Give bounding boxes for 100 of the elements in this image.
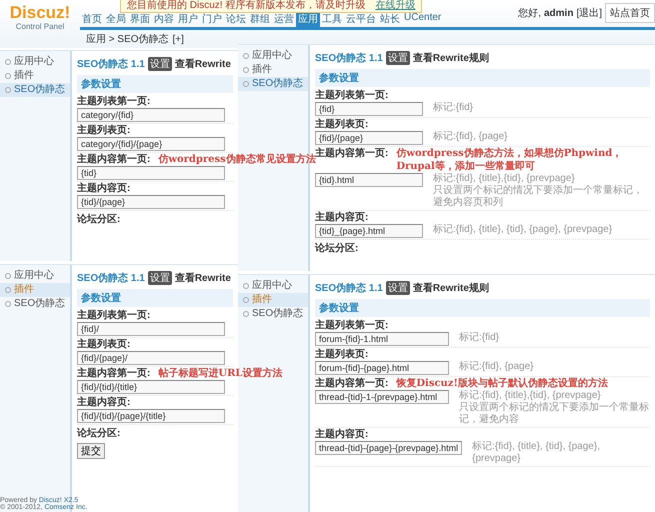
- nav-tab[interactable]: 云平台: [344, 11, 378, 27]
- field-label: 主题列表第一页:: [77, 95, 150, 108]
- sidebar-item[interactable]: SEO伪静态: [0, 83, 70, 97]
- input-field[interactable]: {tid}: [77, 166, 225, 180]
- field-label: 主题内容页:: [77, 396, 130, 409]
- nav-tab[interactable]: 工具: [320, 11, 344, 27]
- input-field[interactable]: category/{fid}: [77, 108, 225, 122]
- input-field[interactable]: {fid}/{tid}/{page}/{title}: [77, 409, 225, 423]
- field-label: 主题内容页:: [77, 182, 130, 195]
- plugin-title: SEO伪静态 1.1: [77, 272, 145, 285]
- rewrite-rules-link[interactable]: 查看Rewrite规则: [412, 281, 489, 295]
- field-hint: 标记:{fid}, {title}, {tid}, {page}, {prevpage}: [433, 224, 614, 236]
- nav-tab[interactable]: 界面: [128, 11, 152, 27]
- rewrite-rules-link[interactable]: 查看Rewrite规则: [412, 51, 489, 65]
- bullet-icon: [5, 59, 11, 65]
- bullet-icon: [5, 301, 11, 307]
- username: admin: [544, 8, 574, 18]
- nav-tab[interactable]: 用户: [176, 11, 200, 27]
- field-label: 论坛分区:: [77, 427, 120, 441]
- field-hint: 标记:{fid}, {title},{tid}, {prevpage}: [459, 390, 602, 402]
- site-home-button[interactable]: 站点首页: [605, 3, 655, 23]
- plugin-title: SEO伪静态 1.1: [77, 58, 145, 71]
- settings-tab[interactable]: 设置: [148, 57, 172, 71]
- bullet-icon: [5, 87, 11, 93]
- input-field[interactable]: {fid}/{page}: [315, 131, 423, 145]
- input-field[interactable]: {fid}/: [77, 322, 225, 336]
- sidebar-item[interactable]: 应用中心: [0, 55, 70, 69]
- settings-tab[interactable]: 设置: [386, 51, 410, 65]
- sidebar-item[interactable]: SEO伪静态: [238, 307, 308, 321]
- field-label: 论坛分区:: [315, 242, 358, 256]
- sidebar-item[interactable]: 插件: [0, 69, 70, 83]
- input-field[interactable]: {fid}/{tid}/{title}: [77, 380, 225, 394]
- logo: Discuz!: [10, 4, 70, 22]
- section-header: 参数设置: [77, 75, 233, 93]
- add-shortcut-link[interactable]: [+]: [172, 34, 184, 45]
- nav-tab[interactable]: 运营: [272, 11, 296, 27]
- bullet-icon: [5, 73, 11, 79]
- field-hint: 标记:{fid}, {title},{tid}, {prevpage}: [433, 173, 576, 184]
- field-hint: 标记:{fid}: [433, 102, 474, 114]
- input-field[interactable]: {fid}/{page}/: [77, 351, 225, 365]
- rewrite-rules-link[interactable]: 查看Rewrite: [174, 271, 231, 285]
- logout-link[interactable]: [退出]: [576, 6, 602, 20]
- submit-button[interactable]: 提交: [77, 443, 105, 459]
- nav-tab[interactable]: 内容: [152, 11, 176, 27]
- sidebar-item[interactable]: 应用中心: [0, 269, 70, 283]
- nav-tab[interactable]: 群组: [248, 11, 272, 27]
- input-field[interactable]: {tid}_{page}.html: [315, 224, 423, 238]
- field-hint: 标记:{fid}, {title}, {tid}, {page}, {prevpage}: [472, 441, 601, 465]
- field-label: 主题内容页:: [315, 428, 368, 441]
- field-label: 主题内容第一页:: [315, 147, 388, 159]
- rewrite-rules-link[interactable]: 查看Rewrite: [174, 57, 231, 71]
- field-label: 主题内容第一页:: [77, 153, 150, 166]
- sidebar-item[interactable]: 应用中心: [238, 49, 308, 63]
- input-field[interactable]: {tid}/{page}: [77, 195, 225, 209]
- nav-tab[interactable]: 首页: [80, 11, 104, 27]
- bullet-icon: [243, 311, 249, 317]
- bullet-icon: [243, 67, 249, 73]
- input-field[interactable]: category/{fid}/{page}: [77, 137, 225, 151]
- sidebar-item[interactable]: SEO伪静态: [238, 77, 308, 91]
- field-hint: 标记:{fid}, {page}: [433, 131, 509, 143]
- annotation: 仿wordpress伪静态方法，如果想仿Phpwind，Drupal等，添加一些常量即可: [396, 147, 624, 172]
- field-hint: 标记:{fid}: [459, 332, 500, 344]
- section-header: 参数设置: [315, 299, 650, 317]
- field-hint: 只设置两个标记的情况下要添加一个常量标记，避免内容页和列: [433, 185, 644, 209]
- sidebar-item[interactable]: 插件: [238, 63, 308, 77]
- nav-tab[interactable]: 站长: [378, 11, 402, 27]
- field-label: 主题列表第一页:: [315, 319, 388, 332]
- field-label: 主题列表第一页:: [77, 309, 150, 322]
- input-field[interactable]: {tid}.html: [315, 173, 423, 187]
- field-label: 论坛分区:: [77, 213, 120, 227]
- nav-tab[interactable]: 论坛: [224, 11, 248, 27]
- field-hint: 只设置两个标记的情况下要添加一个常量标记，避免内容: [459, 402, 650, 426]
- field-hint: 标记:{fid}, {page}: [459, 361, 535, 373]
- nav-tab[interactable]: UCenter: [402, 11, 444, 27]
- bullet-icon: [243, 81, 249, 87]
- sidebar-item[interactable]: 应用中心: [238, 279, 308, 293]
- section-header: 参数设置: [77, 289, 233, 307]
- settings-tab[interactable]: 设置: [386, 281, 410, 295]
- bullet-icon: [243, 283, 249, 289]
- input-field[interactable]: {fid}: [315, 102, 423, 116]
- upgrade-link[interactable]: 在线升级: [375, 0, 416, 11]
- sidebar-item[interactable]: SEO伪静态: [0, 297, 70, 311]
- section-header: 参数设置: [315, 69, 650, 87]
- field-label: 主题内容第一页:: [315, 377, 388, 390]
- greeting: 您好,: [518, 7, 541, 20]
- annotation: 仿wordpress伪静态常见设置方法: [158, 153, 316, 166]
- field-label: 主题内容页:: [315, 211, 368, 224]
- plugin-title: SEO伪静态 1.1: [315, 52, 383, 65]
- field-label: 主题列表页:: [77, 124, 130, 137]
- input-field[interactable]: forum-{fid}-{page}.html: [315, 361, 449, 375]
- input-field[interactable]: forum-{fid}-1.html: [315, 332, 449, 346]
- bullet-icon: [243, 53, 249, 59]
- settings-tab[interactable]: 设置: [148, 271, 172, 285]
- bullet-icon: [5, 273, 11, 279]
- nav-tab[interactable]: 全局: [104, 11, 128, 27]
- annotation: 帖子标题写进URL设置方法: [158, 367, 282, 380]
- breadcrumb: 应用 > SEO伪静态: [86, 34, 169, 45]
- input-field[interactable]: thread-{tid}-{page}-{prevpage}.html: [315, 441, 462, 455]
- input-field[interactable]: thread-{tid}-1-{prevpage}.html: [315, 390, 449, 404]
- nav-tab[interactable]: 门户: [200, 11, 224, 27]
